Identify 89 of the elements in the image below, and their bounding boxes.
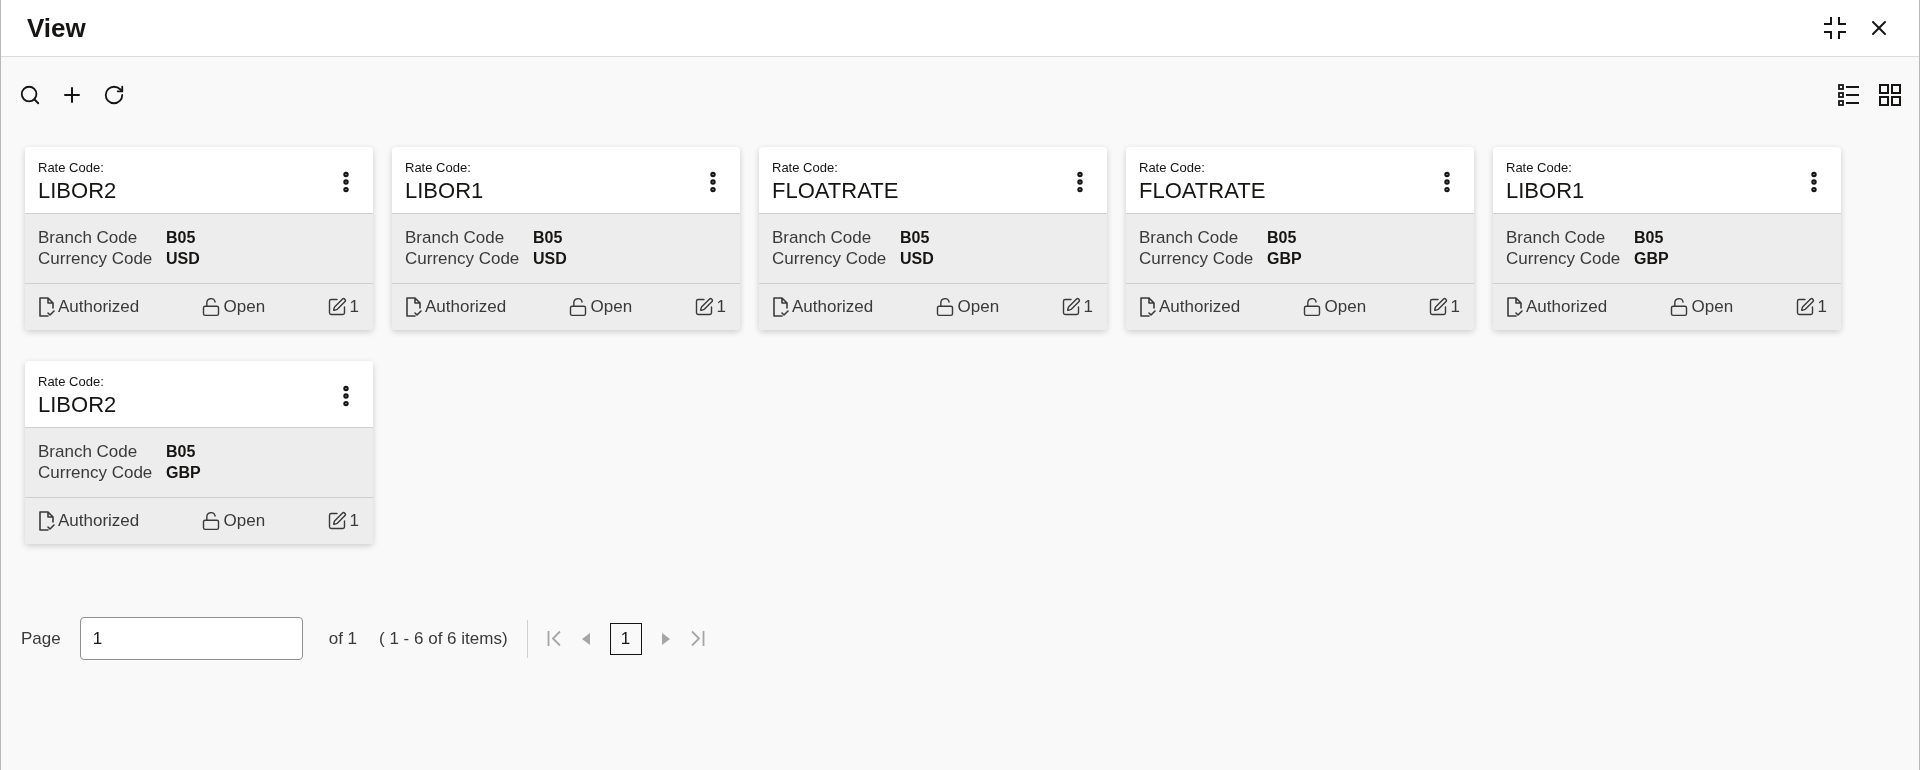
- field-label: Branch Code: [38, 441, 139, 462]
- field-label: Currency Code: [38, 462, 154, 483]
- unlock-icon: [1301, 297, 1322, 317]
- collapse-icon[interactable]: [1823, 16, 1847, 40]
- field-value: B05: [166, 228, 197, 248]
- item-range: ( 1 - 6 of 6 items): [379, 628, 508, 649]
- page-number-button[interactable]: 1: [609, 622, 642, 655]
- rate-code-label: Rate Code:: [405, 159, 472, 176]
- edit-icon: [693, 297, 714, 317]
- edit-count: 1: [1450, 297, 1460, 317]
- unlock-icon: [1668, 297, 1689, 317]
- edit-icon: [1060, 297, 1081, 317]
- unlock-icon: [200, 297, 221, 317]
- status-text: Authorized: [792, 297, 874, 317]
- field-label: Branch Code: [38, 227, 139, 248]
- rate-code-label: Rate Code:: [772, 159, 839, 176]
- field-value: B05: [1634, 228, 1665, 248]
- rate-code-label: Rate Code:: [38, 373, 105, 390]
- document-check-icon: [39, 297, 55, 317]
- record-card[interactable]: Rate Code: LIBOR2 Branch Code B05 Currency Code USD Authorized Open 1: [25, 147, 373, 330]
- unlock-icon: [567, 297, 588, 317]
- field-value: USD: [900, 249, 935, 269]
- page-total: of 1: [328, 628, 358, 649]
- status-text: Authorized: [425, 297, 507, 317]
- edit-count: 1: [716, 297, 726, 317]
- field-value: USD: [166, 249, 201, 269]
- edit-count: 1: [1817, 297, 1827, 317]
- record-card[interactable]: Rate Code: LIBOR1 Branch Code B05 Currency Code USD Authorized Open 1: [392, 147, 740, 330]
- record-card[interactable]: Rate Code: LIBOR2 Branch Code B05 Currency Code GBP Authorized Open 1: [25, 361, 373, 544]
- field-label: Currency Code: [1139, 248, 1255, 269]
- document-check-icon: [1140, 297, 1156, 317]
- record-card[interactable]: Rate Code: FLOATRATE Branch Code B05 Currency Code USD Authorized Open 1: [759, 147, 1107, 330]
- refresh-icon[interactable]: [103, 84, 125, 106]
- field-value: GBP: [1267, 249, 1303, 269]
- rate-code-value: LIBOR2: [38, 177, 117, 205]
- field-value: B05: [1267, 228, 1298, 248]
- rate-code-value: FLOATRATE: [772, 177, 899, 205]
- edit-icon: [326, 297, 347, 317]
- rate-code-value: LIBOR1: [405, 177, 484, 205]
- rate-code-label: Rate Code:: [1506, 159, 1573, 176]
- edit-count: 1: [1083, 297, 1093, 317]
- lock-status-text: Open: [957, 297, 1000, 317]
- lock-status-text: Open: [223, 297, 266, 317]
- field-label: Branch Code: [1506, 227, 1607, 248]
- window-title: View: [27, 12, 86, 44]
- field-label: Currency Code: [1506, 248, 1622, 269]
- status-text: Authorized: [58, 511, 140, 531]
- lock-status-text: Open: [1691, 297, 1734, 317]
- unlock-icon: [200, 511, 221, 531]
- rate-code-value: LIBOR2: [38, 391, 117, 419]
- document-check-icon: [1507, 297, 1523, 317]
- rate-code-label: Rate Code:: [38, 159, 105, 176]
- lock-status-text: Open: [223, 511, 266, 531]
- list-view-icon[interactable]: [1838, 84, 1860, 106]
- lock-status-text: Open: [1324, 297, 1367, 317]
- status-text: Authorized: [1159, 297, 1241, 317]
- rate-code-value: FLOATRATE: [1139, 177, 1266, 205]
- status-text: Authorized: [58, 297, 140, 317]
- record-card[interactable]: Rate Code: FLOATRATE Branch Code B05 Currency Code GBP Authorized Open 1: [1126, 147, 1474, 330]
- field-value: B05: [166, 442, 197, 462]
- field-label: Branch Code: [405, 227, 506, 248]
- field-label: Currency Code: [38, 248, 154, 269]
- edit-count: 1: [349, 297, 359, 317]
- field-value: B05: [533, 228, 564, 248]
- search-icon[interactable]: [19, 84, 41, 106]
- lock-status-text: Open: [590, 297, 633, 317]
- edit-icon: [1794, 297, 1815, 317]
- field-label: Currency Code: [405, 248, 521, 269]
- field-value: B05: [900, 228, 931, 248]
- field-label: Branch Code: [1139, 227, 1240, 248]
- edit-icon: [326, 511, 347, 531]
- grid-view-icon[interactable]: [1879, 84, 1901, 106]
- record-card[interactable]: Rate Code: LIBOR1 Branch Code B05 Currency Code GBP Authorized Open 1: [1493, 147, 1841, 330]
- field-value: GBP: [1634, 249, 1670, 269]
- page-input[interactable]: 1: [79, 617, 303, 660]
- field-label: Currency Code: [772, 248, 888, 269]
- document-check-icon: [773, 297, 789, 317]
- edit-icon: [1427, 297, 1448, 317]
- field-label: Branch Code: [772, 227, 873, 248]
- rate-code-value: LIBOR1: [1506, 177, 1585, 205]
- rate-code-label: Rate Code:: [1139, 159, 1206, 176]
- field-value: GBP: [166, 463, 202, 483]
- unlock-icon: [934, 297, 955, 317]
- edit-count: 1: [349, 511, 359, 531]
- status-text: Authorized: [1526, 297, 1608, 317]
- document-check-icon: [39, 511, 55, 531]
- document-check-icon: [406, 297, 422, 317]
- field-value: USD: [533, 249, 568, 269]
- page-label: Page: [21, 628, 61, 649]
